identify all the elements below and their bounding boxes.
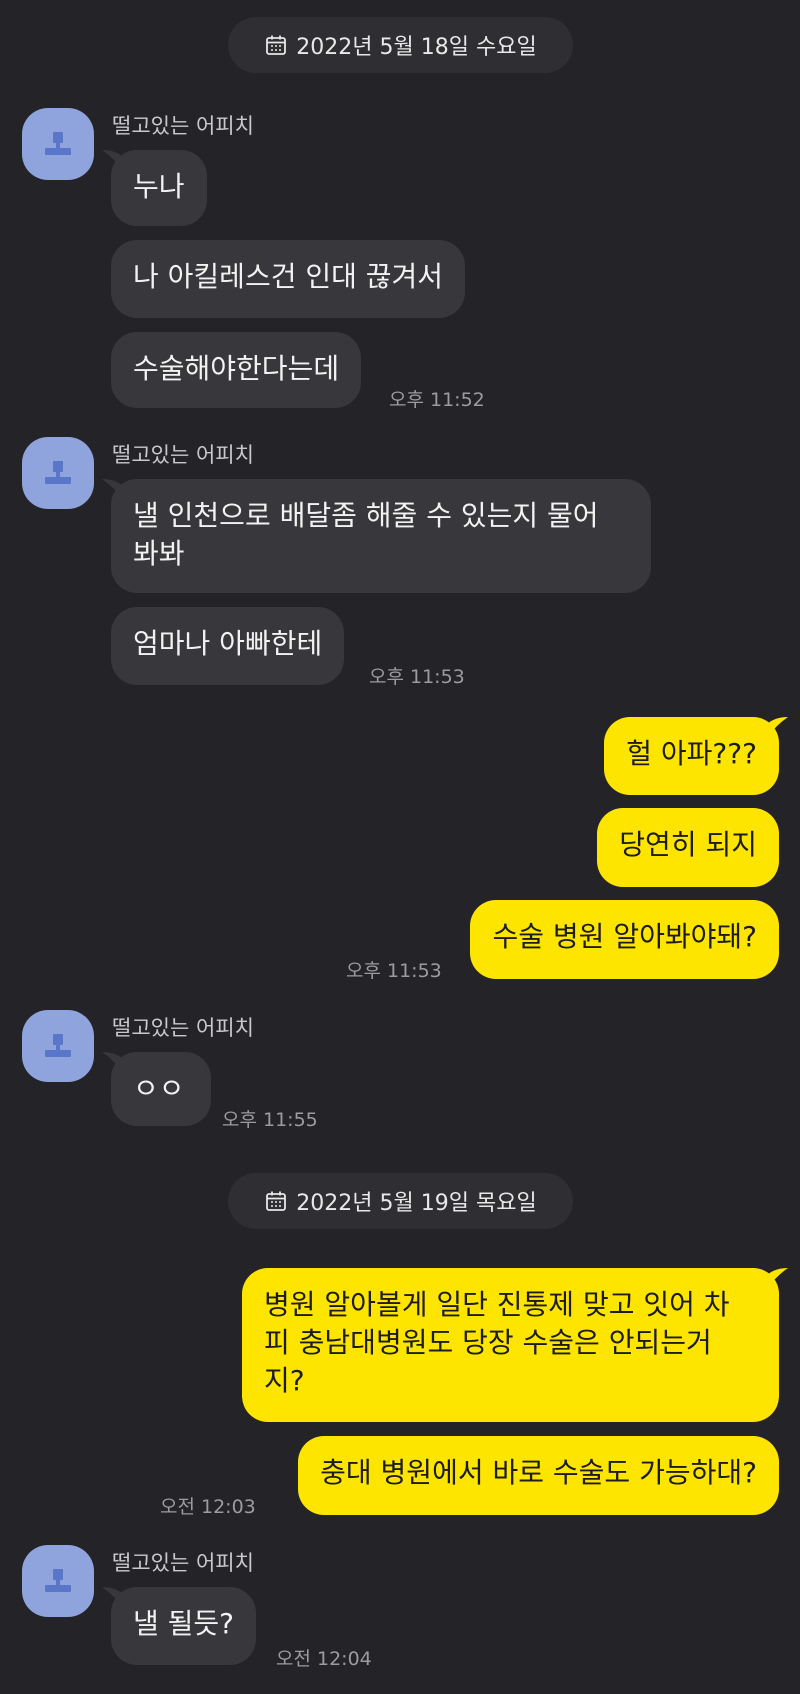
message-bubble-outgoing[interactable]: 충대 병원에서 바로 수술도 가능하대? bbox=[298, 1436, 779, 1515]
default-profile-icon bbox=[45, 132, 71, 155]
date-label: 2022년 5월 18일 수요일 bbox=[296, 35, 537, 60]
default-profile-icon bbox=[45, 1034, 71, 1057]
message-timestamp: 오후 11:53 bbox=[346, 960, 442, 982]
avatar[interactable] bbox=[22, 1545, 94, 1617]
message-timestamp: 오후 11:53 bbox=[369, 666, 465, 688]
default-profile-icon bbox=[45, 461, 71, 484]
calendar-icon bbox=[266, 35, 287, 55]
sender-name: 떨고있는 어피치 bbox=[112, 443, 254, 467]
message-timestamp: 오후 11:55 bbox=[222, 1109, 318, 1131]
date-divider: 2022년 5월 18일 수요일 bbox=[228, 17, 573, 73]
avatar[interactable] bbox=[22, 437, 94, 509]
message-bubble-incoming[interactable]: 낼 인천으로 배달좀 해줄 수 있는지 물어 봐봐 bbox=[111, 479, 651, 593]
date-label: 2022년 5월 19일 목요일 bbox=[296, 1191, 537, 1216]
date-divider: 2022년 5월 19일 목요일 bbox=[228, 1173, 573, 1229]
message-bubble-outgoing[interactable]: 수술 병원 알아봐야돼? bbox=[470, 900, 779, 979]
message-bubble-incoming[interactable]: ㅇㅇ bbox=[111, 1052, 211, 1126]
message-bubble-outgoing[interactable]: 병원 알아볼게 일단 진통제 맞고 잇어 차 피 충남대병원도 당장 수술은 안… bbox=[242, 1268, 779, 1422]
message-bubble-incoming[interactable]: 누나 bbox=[111, 150, 207, 226]
message-timestamp: 오후 11:52 bbox=[389, 389, 485, 411]
default-profile-icon bbox=[45, 1569, 71, 1592]
message-bubble-outgoing[interactable]: 당연히 되지 bbox=[597, 808, 779, 887]
message-bubble-outgoing[interactable]: 헐 아파??? bbox=[604, 717, 779, 795]
message-bubble-incoming[interactable]: 낼 될듯? bbox=[111, 1587, 257, 1665]
message-bubble-incoming[interactable]: 엄마나 아빠한테 bbox=[111, 607, 345, 685]
message-bubble-incoming[interactable]: 나 아킬레스건 인대 끊겨서 bbox=[111, 240, 466, 318]
message-bubble-incoming[interactable]: 수술해야한다는데 bbox=[111, 332, 362, 408]
sender-name: 떨고있는 어피치 bbox=[112, 114, 254, 138]
sender-name: 떨고있는 어피치 bbox=[112, 1016, 254, 1040]
message-timestamp: 오전 12:04 bbox=[276, 1648, 372, 1670]
avatar[interactable] bbox=[22, 1010, 94, 1082]
calendar-icon bbox=[266, 1191, 287, 1211]
avatar[interactable] bbox=[22, 108, 94, 180]
sender-name: 떨고있는 어피치 bbox=[112, 1551, 254, 1575]
message-timestamp: 오전 12:03 bbox=[160, 1496, 256, 1518]
